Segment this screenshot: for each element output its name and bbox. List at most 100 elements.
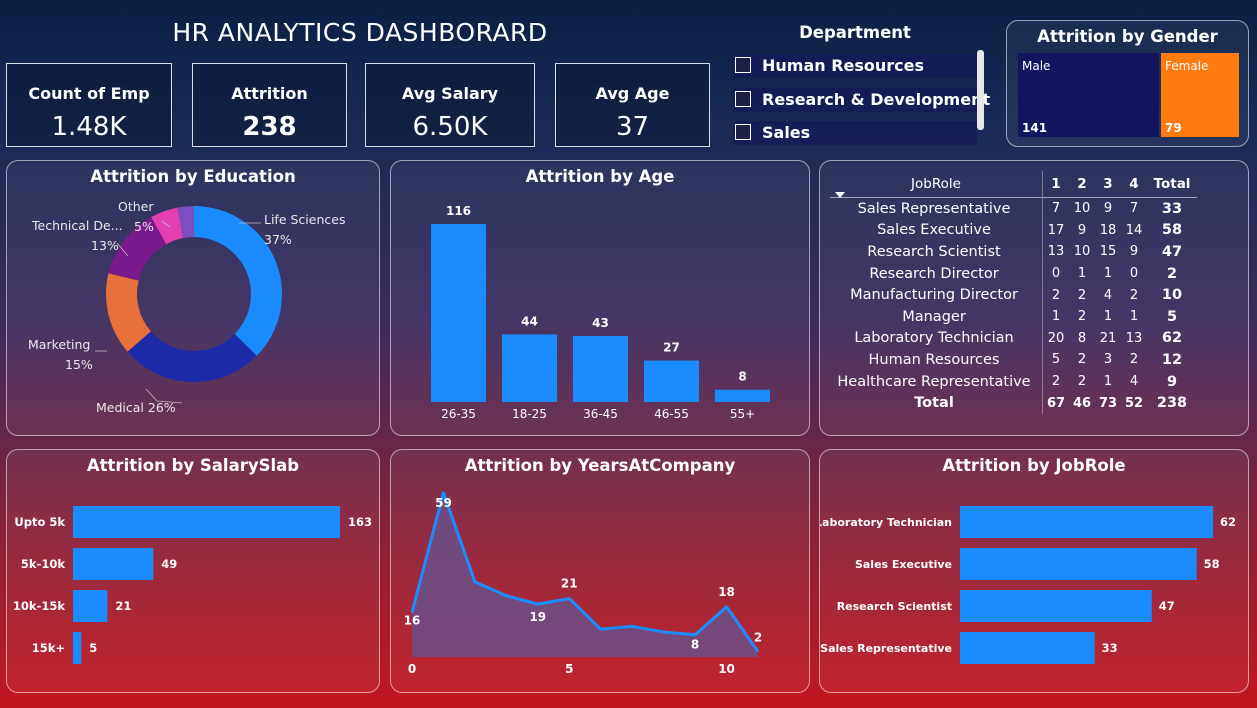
attrition-by-salaryslab-card: Attrition by SalarySlab Upto 5k 163 5k-10k… xyxy=(6,449,380,693)
salaryslab-bar-chart: Upto 5k 163 5k-10k 49 10k-15k 21 15k+ 5 xyxy=(13,506,372,664)
matrix-cell: 2 xyxy=(1077,309,1087,325)
salary-bar[interactable] xyxy=(73,590,108,622)
matrix-cell-role: Manufacturing Director xyxy=(830,284,1043,306)
matrix-header-col[interactable]: 1 xyxy=(1043,171,1070,198)
donut-slice[interactable] xyxy=(194,206,282,356)
jobrole-bar-chart: Laboratory Technician 62 Sales Executive 58… xyxy=(820,506,1236,664)
salary-bar[interactable] xyxy=(73,506,340,538)
matrix-cell-role: Sales Executive xyxy=(830,219,1043,242)
matrix-cell: 4 xyxy=(1103,287,1113,303)
matrix-cell: 21 xyxy=(1099,330,1117,346)
matrix-header-col[interactable]: 4 xyxy=(1121,171,1147,198)
matrix-cell: 10 xyxy=(1073,244,1091,260)
department-option-human-resources[interactable]: Human Resources xyxy=(733,54,977,78)
checkbox[interactable] xyxy=(735,124,751,140)
donut-pct-life-sciences: 37% xyxy=(264,232,292,247)
checkbox[interactable] xyxy=(735,57,751,73)
department-option-research-development[interactable]: Research & Development xyxy=(733,88,990,112)
age-bar[interactable] xyxy=(715,389,770,402)
donut-pct-technical: 13% xyxy=(91,238,119,253)
kpi-card-avg-salary[interactable]: Avg Salary 6.50K xyxy=(365,63,535,147)
matrix-cell-role: Sales Representative xyxy=(830,197,1043,220)
donut-pct-other: 5% xyxy=(134,219,154,234)
gender-label: Female xyxy=(1165,59,1209,73)
jobrole-bar[interactable] xyxy=(960,590,1152,622)
donut-label-marketing: Marketing xyxy=(28,337,90,352)
matrix-header-row: JobRole 1 2 3 4 Total xyxy=(830,171,1197,198)
department-option-label: Human Resources xyxy=(762,56,925,75)
age-bar-value: 44 xyxy=(521,314,538,328)
matrix-cell-total: 2 xyxy=(1166,265,1178,282)
jobrole-matrix-card: JobRole 1 2 3 4 Total Sales Representati… xyxy=(819,160,1249,436)
table-row[interactable]: Laboratory Technician 20 8 21 13 62 xyxy=(830,327,1197,350)
years-point-label: 21 xyxy=(561,577,578,591)
table-row[interactable]: Human Resources 5 2 3 2 12 xyxy=(830,349,1197,371)
age-bar[interactable] xyxy=(502,334,557,402)
attrition-by-education-card: Attrition by Education Life Sciences 37%… xyxy=(6,160,380,436)
matrix-cell-total: 47 xyxy=(1161,243,1183,260)
table-row[interactable]: Manufacturing Director 2 2 4 2 10 xyxy=(830,284,1197,306)
jobrole-bar[interactable] xyxy=(960,506,1213,538)
age-bar[interactable] xyxy=(431,224,486,402)
matrix-cell: 20 xyxy=(1047,330,1065,346)
gender-label: Male xyxy=(1022,59,1051,73)
age-bar-chart: 116 26-35 44 18-25 43 36-45 27 46-55 8 55+ xyxy=(431,204,770,421)
gender-value: 79 xyxy=(1165,121,1182,135)
matrix-cell-role: Laboratory Technician xyxy=(830,327,1043,350)
matrix-cell: 1 xyxy=(1077,266,1087,282)
kpi-value: 238 xyxy=(242,112,297,142)
matrix-cell: 10 xyxy=(1073,201,1091,217)
matrix-cell: 2 xyxy=(1051,287,1061,303)
kpi-card-attrition[interactable]: Attrition 238 xyxy=(192,63,347,147)
department-scrollbar[interactable] xyxy=(977,50,984,130)
age-bar[interactable] xyxy=(573,336,628,402)
matrix-total-row[interactable]: Total 67 46 73 52 238 xyxy=(830,392,1197,414)
department-slicer-title: Department xyxy=(799,23,911,42)
department-option-sales[interactable]: Sales xyxy=(733,121,977,145)
matrix-cell-total: 238 xyxy=(1156,395,1188,412)
matrix-cell: 2 xyxy=(1051,374,1061,390)
matrix-header-col[interactable]: 2 xyxy=(1069,171,1095,198)
matrix-cell: 46 xyxy=(1072,395,1092,411)
age-tick-label: 18-25 xyxy=(512,407,547,421)
gender-tile-female[interactable]: Female 79 xyxy=(1161,53,1239,137)
salary-bar[interactable] xyxy=(73,632,82,664)
donut-slice[interactable] xyxy=(127,331,257,382)
jobrole-bar[interactable] xyxy=(960,632,1095,664)
matrix-cell-total: 62 xyxy=(1161,330,1183,347)
kpi-label: Avg Age xyxy=(595,84,670,103)
table-row[interactable]: Manager 1 2 1 1 5 xyxy=(830,305,1197,328)
jobrole-category-label: Research Scientist xyxy=(837,600,952,613)
jobrole-category-label: Sales Executive xyxy=(855,558,952,571)
matrix-cell: 9 xyxy=(1103,201,1113,217)
matrix-header-total[interactable]: Total xyxy=(1147,171,1197,198)
years-tick-label: 5 xyxy=(565,662,573,676)
kpi-card-avg-age[interactable]: Avg Age 37 xyxy=(555,63,710,147)
age-bar[interactable] xyxy=(644,360,699,402)
table-row[interactable]: Healthcare Representative 2 2 1 4 9 xyxy=(830,370,1197,393)
matrix-cell: 3 xyxy=(1103,352,1113,368)
jobrole-bar[interactable] xyxy=(960,548,1197,580)
donut-label-other: Other xyxy=(118,199,154,214)
matrix-cell: 0 xyxy=(1051,266,1061,282)
matrix-cell-role: Manager xyxy=(830,305,1043,328)
table-row[interactable]: Research Director 0 1 1 0 2 xyxy=(830,262,1197,285)
years-point-label: 8 xyxy=(691,638,699,652)
matrix-cell-role: Healthcare Representative xyxy=(830,370,1043,393)
matrix-cell: 18 xyxy=(1099,222,1117,238)
table-row[interactable]: Sales Representative 7 10 9 7 33 xyxy=(830,197,1197,220)
table-row[interactable]: Sales Executive 17 9 18 14 58 xyxy=(830,219,1197,242)
checkbox[interactable] xyxy=(735,91,751,107)
gender-tile-male[interactable]: Male 141 xyxy=(1018,53,1159,137)
matrix-header-col[interactable]: 3 xyxy=(1095,171,1121,198)
department-option-label: Sales xyxy=(762,123,811,142)
table-row[interactable]: Research Scientist 13 10 15 9 47 xyxy=(830,241,1197,263)
salary-bar[interactable] xyxy=(73,548,154,580)
card-title: Attrition by Gender xyxy=(1037,27,1218,46)
years-point-label: 18 xyxy=(718,585,735,599)
matrix-cell: 1 xyxy=(1103,374,1113,390)
matrix-cell: 67 xyxy=(1046,395,1066,411)
age-tick-label: 36-45 xyxy=(583,407,618,421)
kpi-card-count-of-emp[interactable]: Count of Emp 1.48K xyxy=(6,63,172,147)
matrix-header-jobrole[interactable]: JobRole xyxy=(830,171,1043,198)
